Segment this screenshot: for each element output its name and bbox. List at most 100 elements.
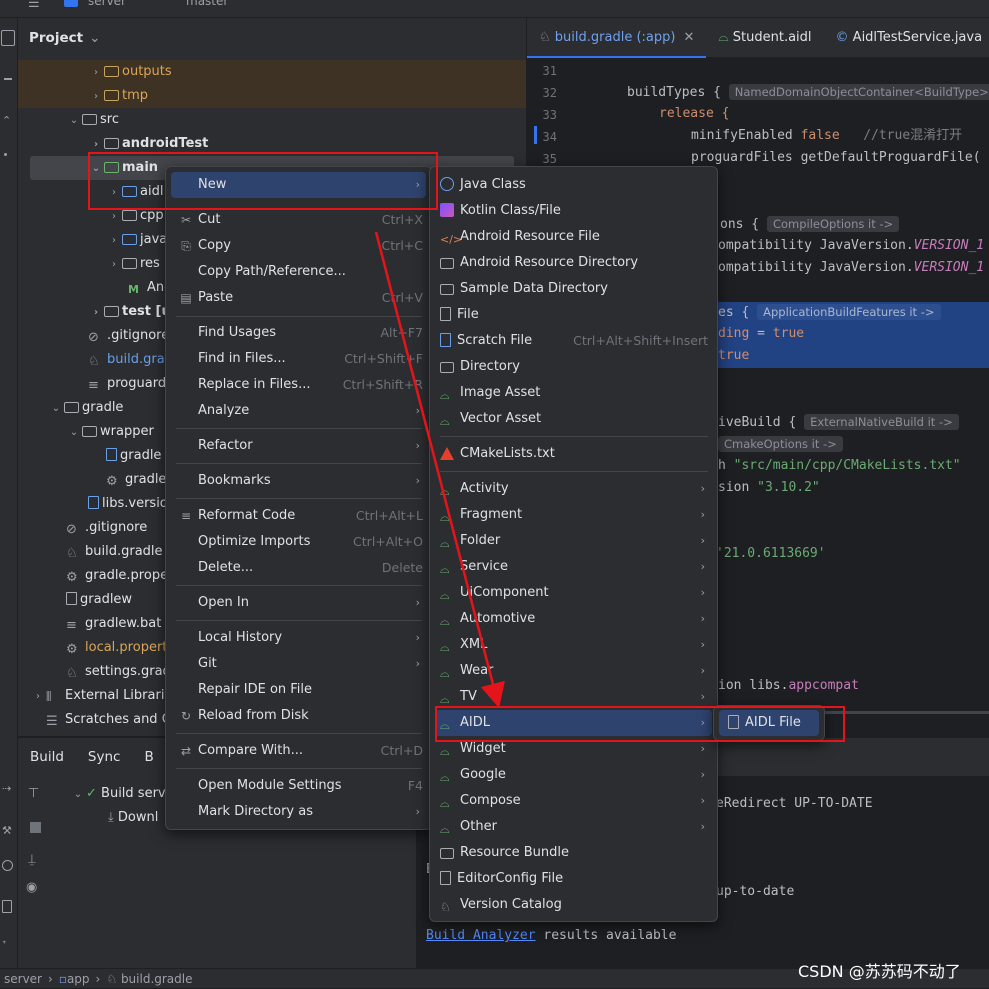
project-name[interactable]: server <box>88 0 126 8</box>
menu-item-new[interactable]: New › <box>198 172 420 198</box>
breadcrumb-item[interactable]: app <box>67 972 90 986</box>
tree-item[interactable]: ⚙ gradle.prope <box>66 564 168 588</box>
pin-icon[interactable]: ⍊ <box>28 852 36 867</box>
tree-item[interactable]: › ⫴ External Librarie <box>30 684 172 708</box>
breadcrumb-item[interactable]: server <box>4 972 42 986</box>
menu-icon[interactable]: ☰ <box>28 0 40 11</box>
menu-item-vector-asset[interactable]: ⌓ Vector Asset <box>440 406 708 432</box>
menu-item-find-usages[interactable]: Find Usages Alt+F7 <box>198 320 423 346</box>
menu-item-xml[interactable]: ⌓ XML › <box>440 632 705 658</box>
tab-sync[interactable]: Sync <box>76 738 133 776</box>
menu-item-copy[interactable]: ⎘ Copy Ctrl+C <box>181 233 423 259</box>
menu-item-image-asset[interactable]: ⌓ Image Asset <box>440 380 708 406</box>
menu-item-java-class[interactable]: Java Class <box>440 172 708 198</box>
tree-item[interactable]: ☰ Scratches and C <box>30 708 171 732</box>
project-tool-icon[interactable] <box>1 30 15 46</box>
menu-item-kotlin-class[interactable]: Kotlin Class/File <box>440 198 708 224</box>
menu-item-open-in[interactable]: Open In › <box>198 590 420 616</box>
menu-item-optimize-imports[interactable]: Optimize Imports Ctrl+Alt+O <box>198 529 423 555</box>
menu-item-automotive[interactable]: ⌓ Automotive › <box>440 606 705 632</box>
menu-item-open-module-settings[interactable]: Open Module Settings F4 <box>198 773 423 799</box>
tool-icon[interactable]: ⇢ <box>2 782 11 795</box>
tree-item[interactable]: ≡ gradlew.bat <box>66 612 161 636</box>
menu-item-directory[interactable]: Directory <box>440 354 708 380</box>
build-analyzer-link[interactable]: Build Analyzer <box>426 928 536 943</box>
tree-item[interactable]: › java <box>106 228 167 252</box>
menu-item-editorconfig-file[interactable]: EditorConfig File <box>440 866 705 892</box>
tab-aidl-test-service[interactable]: © AidlTestService.java <box>824 18 989 58</box>
tree-item[interactable]: ≡ proguard <box>88 372 166 396</box>
tool-icon[interactable]: ⌃ <box>2 114 11 127</box>
tree-item[interactable]: › tmp <box>88 84 148 108</box>
tree-item-main[interactable]: ⌄ main <box>88 156 158 180</box>
tool-icon[interactable]: ᐩ <box>2 938 6 951</box>
more-icon[interactable] <box>4 153 7 156</box>
tab-build[interactable]: Build <box>18 738 76 776</box>
project-panel-header[interactable]: Project ⌄ <box>18 18 526 58</box>
tree-item[interactable]: ⚙ gradle <box>106 468 166 492</box>
tree-item[interactable]: ⌄ src <box>66 108 119 132</box>
tree-item[interactable]: libs.versio <box>88 492 168 516</box>
menu-item-scratch-file[interactable]: Scratch File Ctrl+Alt+Shift+Insert <box>440 328 708 354</box>
menu-item-refactor[interactable]: Refactor › <box>198 433 420 459</box>
breadcrumb-item[interactable]: build.gradle <box>121 972 193 986</box>
tree-item[interactable]: › test [u <box>88 300 171 324</box>
menu-item-file[interactable]: File <box>440 302 708 328</box>
menu-item-repair-ide[interactable]: Repair IDE on File <box>198 677 420 703</box>
close-icon[interactable]: ✕ <box>683 30 694 45</box>
eye-icon[interactable]: ◉ <box>26 880 37 895</box>
menu-item-mark-directory-as[interactable]: Mark Directory as › <box>198 799 420 825</box>
menu-item-sample-data-directory[interactable]: Sample Data Directory <box>440 276 708 302</box>
tool-icon[interactable] <box>4 78 12 80</box>
menu-item-paste[interactable]: ▤ Paste Ctrl+V <box>180 285 423 311</box>
menu-item-android-resource-directory[interactable]: Android Resource Directory <box>440 250 708 276</box>
tree-item[interactable]: ⊘ .gitignore <box>88 324 169 348</box>
menu-item-aidl[interactable]: ⌓ AIDL › <box>440 710 705 736</box>
menu-item-activity[interactable]: ⌓ Activity › <box>440 476 705 502</box>
tree-item[interactable]: gradle <box>106 444 161 468</box>
menu-item-aidl-file[interactable]: AIDL File <box>728 710 818 736</box>
menu-item-copy-path[interactable]: Copy Path/Reference... <box>198 259 423 285</box>
menu-item-bookmarks[interactable]: Bookmarks › <box>198 468 420 494</box>
menu-item-reload-from-disk[interactable]: ↻ Reload from Disk <box>181 703 420 729</box>
tree-item[interactable]: ♘ build.grad <box>88 348 173 372</box>
tree-item[interactable]: › outputs <box>88 60 172 84</box>
menu-item-version-catalog[interactable]: ♘ Version Catalog <box>440 892 705 918</box>
menu-item-google[interactable]: ⌓ Google › <box>440 762 705 788</box>
menu-item-reformat-code[interactable]: ≡ Reformat Code Ctrl+Alt+L <box>181 503 423 529</box>
stop-icon[interactable] <box>30 822 41 833</box>
menu-item-uicomponent[interactable]: ⌓ UiComponent › <box>440 580 705 606</box>
tree-item[interactable]: › cpp <box>106 204 164 228</box>
tree-item[interactable]: › androidTest <box>88 132 208 156</box>
tree-item[interactable]: ⌄ wrapper <box>66 420 154 444</box>
menu-item-analyze[interactable]: Analyze › <box>198 398 420 424</box>
menu-item-find-in-files[interactable]: Find in Files... Ctrl+Shift+F <box>198 346 423 372</box>
tool-icon[interactable]: ⚒ <box>2 824 12 837</box>
tree-item[interactable]: ⚙ local.propert <box>66 636 167 660</box>
menu-item-folder[interactable]: ⌓ Folder › <box>440 528 705 554</box>
menu-item-fragment[interactable]: ⌓ Fragment › <box>440 502 705 528</box>
menu-item-cmakelists[interactable]: CMakeLists.txt <box>440 441 708 467</box>
menu-item-resource-bundle[interactable]: Resource Bundle <box>440 840 705 866</box>
menu-item-other[interactable]: ⌓ Other › <box>440 814 705 840</box>
tree-item[interactable]: ♘ settings.grad <box>66 660 171 684</box>
tree-item[interactable]: gradlew <box>66 588 132 612</box>
tab-student-aidl[interactable]: ⌓ Student.aidl <box>706 18 823 58</box>
tree-item[interactable]: ♘ build.gradle <box>66 540 163 564</box>
tree-item[interactable]: ⊘ .gitignore <box>66 516 147 540</box>
menu-item-git[interactable]: Git › <box>198 651 420 677</box>
build-tree-item[interactable]: ⤓ Downl <box>108 806 158 830</box>
tree-item[interactable]: › res <box>106 252 160 276</box>
tab-build-gradle[interactable]: ♘ build.gradle (:app) ✕ <box>527 18 707 58</box>
pin-icon[interactable]: ⊤ <box>28 786 39 801</box>
tree-item[interactable]: › aidl <box>106 180 163 204</box>
build-tree-item[interactable]: ⌄ ✓ Build serv <box>70 782 166 806</box>
tree-item[interactable]: ⌄ gradle <box>48 396 124 420</box>
menu-item-local-history[interactable]: Local History › <box>198 625 420 651</box>
tab-build-output[interactable]: B <box>132 738 165 776</box>
menu-item-tv[interactable]: ⌓ TV › <box>440 684 705 710</box>
menu-item-service[interactable]: ⌓ Service › <box>440 554 705 580</box>
tool-icon[interactable] <box>2 860 13 871</box>
menu-item-compare-with[interactable]: ⇄ Compare With... Ctrl+D <box>181 738 423 764</box>
tool-icon[interactable] <box>2 900 12 913</box>
